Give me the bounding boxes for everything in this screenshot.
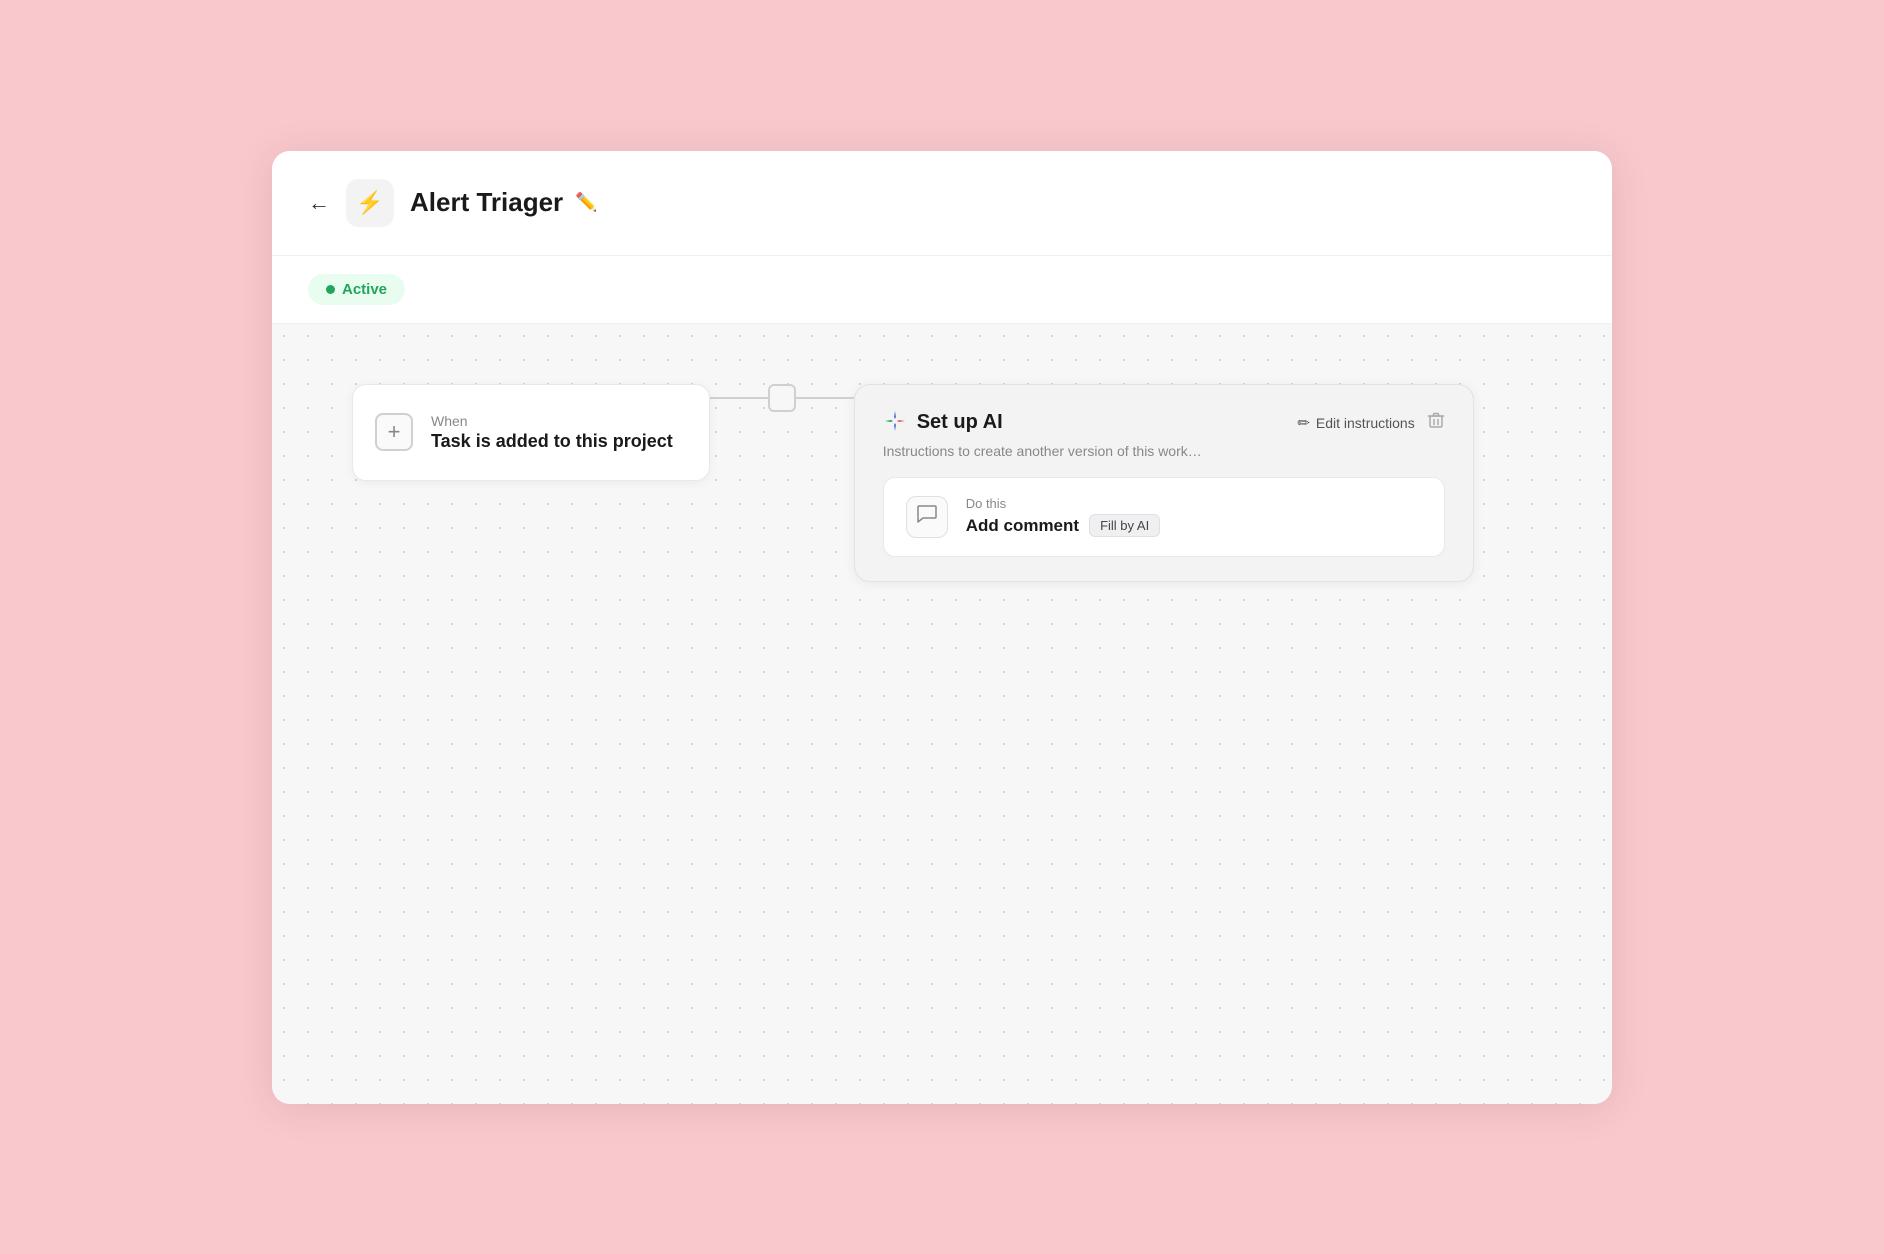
lightning-icon: ⚡: [356, 190, 383, 216]
delete-ai-card-button[interactable]: [1427, 411, 1445, 434]
header: ← ⚡ Alert Triager ✏️: [272, 151, 1612, 256]
ai-card-actions: ✏ Edit instructions: [1297, 411, 1444, 434]
fill-by-ai-badge: Fill by AI: [1089, 514, 1160, 537]
workflow-canvas: + When Task is added to this project: [272, 324, 1612, 1104]
back-button[interactable]: ←: [308, 190, 330, 216]
connector-box: [768, 384, 796, 412]
connector: [710, 384, 854, 412]
ai-card-header: Set up AI ✏ Edit instructions: [883, 409, 1445, 437]
edit-instructions-label: Edit instructions: [1316, 415, 1415, 431]
ai-card-title-row: Set up AI: [883, 409, 1003, 437]
trigger-card: + When Task is added to this project: [352, 384, 710, 481]
back-icon: ←: [308, 190, 330, 216]
app-window: ← ⚡ Alert Triager ✏️ Active + When Task …: [272, 151, 1612, 1104]
edit-instructions-icon: ✏: [1297, 414, 1310, 432]
active-dot: [326, 285, 335, 294]
status-bar: Active: [272, 256, 1612, 324]
do-this-action: Add comment: [966, 516, 1079, 536]
ai-card-title: Set up AI: [917, 411, 1003, 434]
ai-card: Set up AI ✏ Edit instructions: [854, 384, 1474, 582]
edit-instructions-button[interactable]: ✏ Edit instructions: [1297, 414, 1414, 432]
comment-icon: [916, 503, 938, 531]
do-this-label: Do this: [966, 496, 1160, 511]
do-this-action-row: Add comment Fill by AI: [966, 514, 1160, 537]
ai-description: Instructions to create another version o…: [883, 443, 1445, 459]
trigger-content: When Task is added to this project: [431, 413, 673, 452]
connector-line-left: [710, 397, 770, 399]
connector-line-right: [794, 397, 854, 399]
active-label: Active: [342, 281, 387, 298]
add-icon: +: [388, 419, 401, 445]
trigger-action-label: Task is added to this project: [431, 431, 673, 452]
app-icon-box: ⚡: [346, 179, 394, 227]
active-badge: Active: [308, 274, 405, 305]
add-trigger-button[interactable]: +: [375, 413, 413, 451]
title-edit-icon[interactable]: ✏️: [575, 192, 597, 213]
do-this-card: Do this Add comment Fill by AI: [883, 477, 1445, 557]
trash-icon: [1427, 413, 1445, 433]
comment-icon-box: [906, 496, 948, 538]
trigger-when-label: When: [431, 413, 673, 429]
do-this-content: Do this Add comment Fill by AI: [966, 496, 1160, 537]
page-title: Alert Triager: [410, 187, 563, 218]
sparkle-icon: [883, 409, 907, 437]
